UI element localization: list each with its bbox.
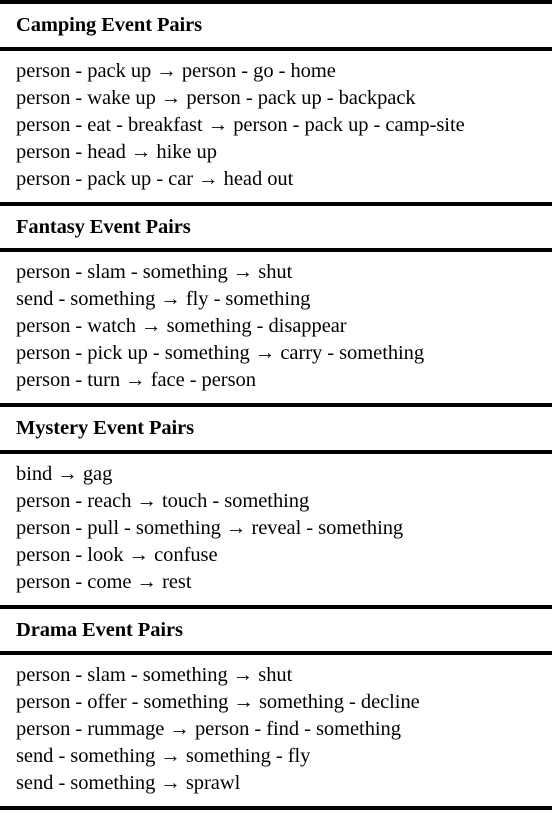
table-row: bind → gag	[16, 462, 113, 485]
table-row: person - pick up - something → carry - s…	[16, 342, 425, 364]
section-header-mystery: Mystery Event Pairs	[16, 417, 194, 439]
table-row: person - reach → touch - something	[16, 489, 310, 512]
table-row: person - pack up - car → head out	[16, 167, 294, 190]
table-row: person - watch → something - disappear	[16, 315, 347, 337]
table-row: person - eat - breakfast → person - pack…	[16, 113, 465, 136]
section-body-mystery: bind → gag person - reach → touch - some…	[0, 454, 552, 605]
section-body-drama: person - slam - something → shut person …	[0, 655, 552, 806]
table-bottom-rule	[0, 806, 552, 810]
table-row: send - something → sprawl	[16, 772, 241, 794]
table-row: person - slam - something → shut	[16, 664, 293, 686]
table-row: person - offer - something → something -…	[16, 691, 420, 713]
event-pairs-table: Camping Event Pairs person - pack up → p…	[0, 0, 552, 810]
section-body-camping: person - pack up → person - go - home pe…	[0, 51, 552, 202]
table-row: person - slam - something → shut	[16, 261, 293, 283]
table-row: person - pull - something → reveal - som…	[16, 516, 404, 539]
table-row: person - head → hike up	[16, 140, 217, 163]
table-row: person - come → rest	[16, 570, 192, 593]
table-section-camping: Camping Event Pairs person - pack up → p…	[0, 4, 552, 202]
table-section-drama: Drama Event Pairs person - slam - someth…	[0, 609, 552, 807]
table-row: send - something → something - fly	[16, 745, 311, 767]
table-row: person - pack up → person - go - home	[16, 59, 336, 82]
table-section-mystery: Mystery Event Pairs bind → gag person - …	[0, 407, 552, 605]
table-row: person - rummage → person - find - somet…	[16, 718, 401, 740]
table-section-fantasy: Fantasy Event Pairs person - slam - some…	[0, 206, 552, 404]
table-row: person - look → confuse	[16, 543, 218, 566]
table-row: send - something → fly - something	[16, 288, 311, 310]
table-row: person - turn → face - person	[16, 369, 256, 391]
section-header-fantasy: Fantasy Event Pairs	[16, 215, 191, 238]
table-row: person - wake up → person - pack up - ba…	[16, 86, 416, 109]
section-header-drama: Drama Event Pairs	[16, 618, 183, 641]
section-body-fantasy: person - slam - something → shut send - …	[0, 252, 552, 403]
section-header-camping: Camping Event Pairs	[16, 14, 203, 36]
